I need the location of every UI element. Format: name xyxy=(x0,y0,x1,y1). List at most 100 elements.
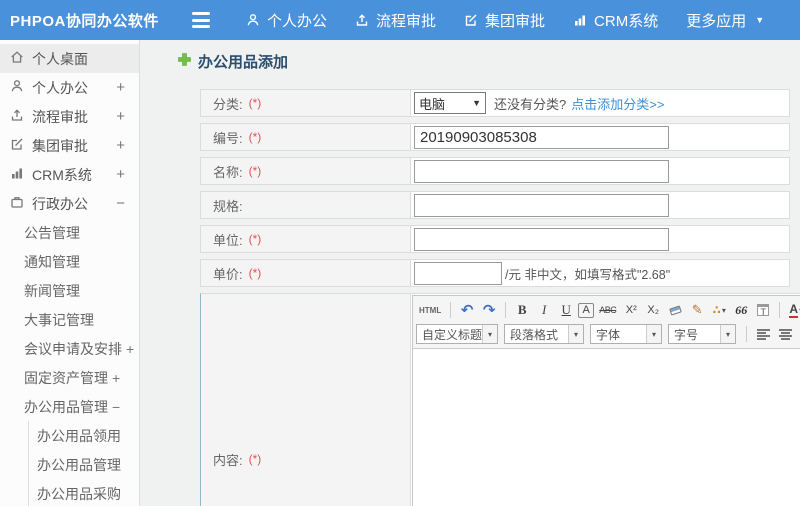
html-source-button[interactable]: HTML xyxy=(416,300,444,320)
nav-crm-system[interactable]: CRM系统 xyxy=(573,10,658,31)
italic-button[interactable]: I xyxy=(534,300,554,320)
category-label: 分类: xyxy=(213,96,243,112)
rich-text-editor: HTML ↶ ↷ B I U A ABC X² X₂ ✎ ∴ ▾ 66 T A … xyxy=(412,295,800,506)
auto-typeset-button[interactable]: ∴ ▾ xyxy=(709,300,729,320)
nav-group-approval[interactable]: 集团审批 xyxy=(464,10,545,31)
form-row-price: 单价: (*) /元 非中文，如填写格式"2.68" xyxy=(200,259,790,287)
editor-content-area[interactable] xyxy=(413,349,800,506)
align-left-button[interactable] xyxy=(753,324,773,344)
align-center-icon xyxy=(778,328,792,340)
sidebar-item-crm[interactable]: CRM系统 + xyxy=(0,160,139,189)
edit-icon xyxy=(10,137,24,154)
category-hint: 还没有分类? xyxy=(494,96,567,112)
nav-label: 更多应用 xyxy=(686,12,747,30)
expand-icon[interactable]: + xyxy=(126,341,134,357)
topbar: PHPOA协同办公软件 个人办公 流程审批 集团审批 CRM系统 更多应用 ▼ xyxy=(0,0,800,40)
format-painter-button[interactable]: ✎ xyxy=(687,300,707,320)
sidebar-item-meeting[interactable]: 会议申请及安排 + xyxy=(0,334,139,363)
sidebar-item-group-approval[interactable]: 集团审批 + xyxy=(0,131,139,160)
form-row-unit: 单位: (*) xyxy=(200,225,790,253)
spec-input[interactable] xyxy=(414,193,669,217)
align-left-icon xyxy=(756,328,770,340)
sidebar-item-workflow-approval[interactable]: 流程审批 + xyxy=(0,102,139,131)
chevron-down-icon: ▼ xyxy=(755,15,765,25)
name-input[interactable] xyxy=(414,159,669,183)
edit-icon xyxy=(464,13,478,27)
sidebar-item-fixed-assets[interactable]: 固定资产管理 + xyxy=(0,363,139,392)
required-mark: (*) xyxy=(248,452,262,466)
person-icon xyxy=(246,13,260,27)
sidebar-item-notice-manage[interactable]: 通知管理 xyxy=(0,247,139,276)
form-row-spec: 规格: xyxy=(200,191,790,219)
custom-heading-select[interactable]: 自定义标题 ▾ xyxy=(416,324,498,344)
font-family-select[interactable]: 字体 ▾ xyxy=(590,324,662,344)
expand-icon[interactable]: + xyxy=(116,137,125,154)
required-mark: (*) xyxy=(248,232,262,246)
add-plus-icon xyxy=(178,52,191,71)
subscript-button[interactable]: X₂ xyxy=(643,300,663,320)
eraser-icon xyxy=(668,304,682,316)
paste-plain-text-button[interactable]: T xyxy=(753,300,773,320)
expand-icon[interactable]: + xyxy=(116,79,125,96)
supplies-add-form: 分类: (*) 电脑 ▼ 还没有分类? 点击添加分类>> 编号: (*) 201… xyxy=(200,89,800,506)
sidebar-item-supplies-purchase[interactable]: 办公用品采购 xyxy=(29,479,139,506)
app-logo: PHPOA协同办公软件 xyxy=(10,12,159,30)
sidebar-item-personal-office[interactable]: 个人办公 + xyxy=(0,73,139,102)
main-content: 办公用品添加 分类: (*) 电脑 ▼ 还没有分类? 点击添加分类>> 编号: … xyxy=(141,40,800,506)
required-mark: (*) xyxy=(248,164,262,178)
content-label: 内容: xyxy=(213,452,243,468)
supplies-submenu: 办公用品领用 办公用品管理 办公用品采购 xyxy=(28,421,139,506)
category-select[interactable]: 电脑 ▼ xyxy=(414,92,486,114)
nav-label: 个人办公 xyxy=(267,12,328,30)
font-size-select[interactable]: 字号 ▾ xyxy=(668,324,736,344)
remove-format-button[interactable] xyxy=(665,300,685,320)
char-border-button[interactable]: A xyxy=(578,302,595,318)
collapse-icon[interactable]: − xyxy=(112,399,120,415)
price-input[interactable] xyxy=(414,261,502,285)
align-center-button[interactable] xyxy=(775,324,795,344)
bold-button[interactable]: B xyxy=(512,300,532,320)
strikethrough-button[interactable]: ABC xyxy=(596,300,619,320)
underline-button[interactable]: U xyxy=(556,300,576,320)
form-row-category: 分类: (*) 电脑 ▼ 还没有分类? 点击添加分类>> xyxy=(200,89,790,117)
menu-toggle-icon[interactable] xyxy=(192,12,214,28)
sidebar-item-announce-manage[interactable]: 公告管理 xyxy=(0,218,139,247)
collapse-icon[interactable]: − xyxy=(116,195,125,212)
unit-label: 单位: xyxy=(213,232,243,248)
upload-icon xyxy=(10,108,24,125)
expand-icon[interactable]: + xyxy=(112,370,120,386)
sidebar-item-admin-office[interactable]: 行政办公 − xyxy=(0,189,139,218)
nav-workflow-approval[interactable]: 流程审批 xyxy=(355,10,436,31)
sidebar-item-memo-manage[interactable]: 大事记管理 xyxy=(0,305,139,334)
sidebar-item-news-manage[interactable]: 新闻管理 xyxy=(0,276,139,305)
top-navigation: 个人办公 流程审批 集团审批 CRM系统 更多应用 ▼ xyxy=(246,10,764,31)
dropdown-caret-icon: ▾ xyxy=(568,325,583,343)
add-category-link[interactable]: 点击添加分类>> xyxy=(571,94,664,113)
nav-personal-office[interactable]: 个人办公 xyxy=(246,10,327,31)
sidebar-item-supplies-manage[interactable]: 办公用品管理 xyxy=(29,450,139,479)
form-row-name: 名称: (*) xyxy=(200,157,790,185)
code-input[interactable] xyxy=(414,125,669,149)
expand-icon[interactable]: + xyxy=(116,108,125,125)
form-row-code: 编号: (*) xyxy=(200,123,790,151)
undo-button[interactable]: ↶ xyxy=(457,300,477,320)
editor-toolbar-row-2: 自定义标题 ▾ 段落格式 ▾ 字体 ▾ 字号 ▾ xyxy=(416,322,800,346)
required-mark: (*) xyxy=(248,266,262,280)
blockquote-button[interactable]: 66 xyxy=(731,300,751,320)
nav-more-apps[interactable]: 更多应用 ▼ xyxy=(686,10,764,31)
sidebar-item-supplies-use[interactable]: 办公用品领用 xyxy=(29,421,139,450)
briefcase-icon xyxy=(10,195,24,212)
superscript-button[interactable]: X² xyxy=(621,300,641,320)
paragraph-format-select[interactable]: 段落格式 ▾ xyxy=(504,324,584,344)
sidebar-item-office-supplies[interactable]: 办公用品管理 − xyxy=(0,392,139,421)
select-caret-icon: ▼ xyxy=(472,98,481,108)
clipboard-icon: T xyxy=(757,304,770,317)
phpoa-app: PHPOA协同办公软件 个人办公 流程审批 集团审批 CRM系统 更多应用 ▼ … xyxy=(0,0,800,506)
home-icon xyxy=(10,50,24,67)
nav-label: 集团审批 xyxy=(485,12,546,30)
redo-button[interactable]: ↷ xyxy=(479,300,499,320)
unit-input[interactable] xyxy=(414,227,669,251)
font-color-button[interactable]: A▾ xyxy=(786,300,800,320)
expand-icon[interactable]: + xyxy=(116,166,125,183)
sidebar-item-desktop[interactable]: 个人桌面 xyxy=(0,44,139,73)
